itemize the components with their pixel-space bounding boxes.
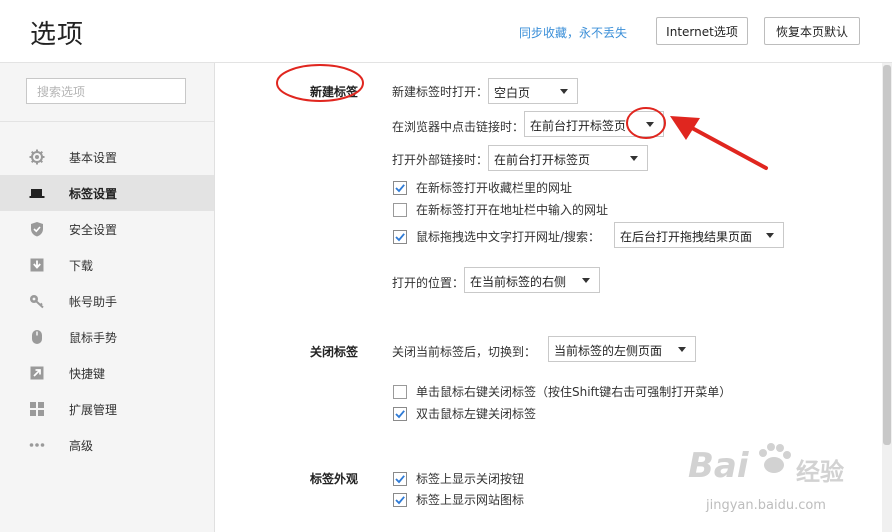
extension-icon — [29, 401, 45, 417]
dropdown-value: 空白页 — [494, 86, 531, 100]
dropdown-value: 在后台打开拖拽结果页面 — [620, 230, 753, 244]
sidebar-item-label: 下载 — [69, 258, 94, 273]
checkbox-open-addressbar[interactable]: 在新标签打开在地址栏中输入的网址 — [393, 201, 608, 218]
sync-link[interactable]: 同步收藏，永不丢失 — [519, 24, 627, 41]
sidebar-item-mouse-gesture[interactable]: 鼠标手势 — [0, 319, 214, 355]
checkbox-drag-search[interactable]: 鼠标拖拽选中文字打开网址/搜索： — [393, 228, 600, 245]
checkbox-double-click-close[interactable]: 双击鼠标左键关闭标签 — [393, 405, 536, 422]
sidebar-item-basic[interactable]: 基本设置 — [0, 139, 214, 175]
sidebar-item-shortcut[interactable]: 快捷键 — [0, 355, 214, 391]
watermark-brand: Bai — [688, 446, 749, 486]
sidebar-divider — [0, 121, 214, 122]
new-tab-open-label: 新建标签时打开： — [392, 85, 489, 99]
checkbox-label: 单击鼠标右键关闭标签（按住Shift键右击可强制打开菜单） — [416, 385, 732, 399]
scrollbar-thumb[interactable] — [883, 65, 891, 445]
sidebar-item-label: 鼠标手势 — [69, 330, 118, 345]
sidebar-item-label: 高级 — [69, 438, 94, 453]
chevron-down-icon — [678, 347, 686, 352]
drag-result-dropdown[interactable]: 在后台打开拖拽结果页面 — [614, 222, 784, 248]
sidebar-item-label: 基本设置 — [69, 150, 118, 165]
sidebar-item-label: 扩展管理 — [69, 402, 118, 417]
checkbox-label: 在新标签打开在地址栏中输入的网址 — [416, 203, 609, 217]
chevron-down-icon — [560, 89, 568, 94]
chevron-down-icon — [646, 122, 654, 127]
external-link-label: 打开外部链接时： — [392, 153, 489, 167]
gear-icon — [29, 149, 45, 165]
download-icon — [29, 257, 45, 273]
dropdown-value: 在前台打开标签页 — [494, 153, 591, 167]
new-tab-open-dropdown[interactable]: 空白页 — [488, 78, 578, 104]
sidebar-item-tabs[interactable]: 标签设置 — [0, 175, 214, 211]
checkbox[interactable] — [393, 229, 407, 244]
internet-options-button[interactable]: Internet选项 — [656, 17, 748, 45]
section-title-new-tab: 新建标签 — [310, 85, 359, 99]
checkbox-label: 标签上显示网站图标 — [416, 493, 525, 507]
click-link-label: 在浏览器中点击链接时： — [392, 120, 525, 134]
tab-icon — [29, 185, 45, 201]
checkbox[interactable] — [393, 492, 407, 507]
sidebar: 基本设置 标签设置 安全设置 下载 帐号助手 鼠标手势 快捷键 — [0, 63, 215, 532]
checkbox[interactable] — [393, 406, 407, 421]
restore-defaults-button[interactable]: 恢复本页默认 — [764, 17, 860, 45]
chevron-down-icon — [766, 233, 774, 238]
sidebar-item-label: 快捷键 — [69, 366, 106, 381]
click-link-dropdown[interactable]: 在前台打开标签页 — [524, 111, 664, 137]
chevron-down-icon — [630, 156, 638, 161]
annotation-arrow — [670, 116, 768, 170]
after-close-label: 关闭当前标签后，切换到： — [392, 345, 537, 359]
checkbox-show-site-icon[interactable]: 标签上显示网站图标 — [393, 491, 524, 508]
sidebar-item-label: 安全设置 — [69, 222, 118, 237]
paw-icon — [759, 443, 791, 473]
sidebar-item-extensions[interactable]: 扩展管理 — [0, 391, 214, 427]
watermark-brand-suffix: 经验 — [796, 458, 844, 486]
shield-icon — [29, 221, 45, 237]
open-position-label: 打开的位置： — [392, 276, 465, 290]
checkbox-label: 鼠标拖拽选中文字打开网址/搜索： — [416, 230, 601, 244]
header-bar: 选项 同步收藏，永不丢失 Internet选项 恢复本页默认 — [0, 0, 892, 63]
checkbox[interactable] — [393, 471, 407, 486]
chevron-down-icon — [582, 278, 590, 283]
checkbox-label: 双击鼠标左键关闭标签 — [416, 407, 537, 421]
key-icon — [29, 293, 45, 309]
search-input[interactable] — [35, 80, 189, 104]
checkbox-label: 标签上显示关闭按钮 — [416, 472, 525, 486]
watermark-url: jingyan.baidu.com — [706, 498, 826, 513]
after-close-dropdown[interactable]: 当前标签的左侧页面 — [548, 336, 696, 362]
checkbox-show-close-button[interactable]: 标签上显示关闭按钮 — [393, 470, 524, 487]
watermark: Bai 经验 jingyan.baidu.com — [676, 430, 886, 530]
checkbox[interactable] — [393, 180, 407, 195]
sidebar-item-label: 标签设置 — [69, 186, 118, 201]
external-link-dropdown[interactable]: 在前台打开标签页 — [488, 145, 648, 171]
dropdown-value: 在前台打开标签页 — [530, 119, 627, 133]
sidebar-item-advanced[interactable]: 高级 — [0, 427, 214, 463]
dropdown-value: 当前标签的左侧页面 — [554, 344, 663, 358]
sidebar-item-label: 帐号助手 — [69, 294, 118, 309]
search-box[interactable] — [26, 78, 189, 104]
page-title: 选项 — [30, 20, 85, 50]
shortcut-icon — [29, 365, 45, 381]
checkbox-open-favorites[interactable]: 在新标签打开收藏栏里的网址 — [393, 179, 572, 196]
open-position-dropdown[interactable]: 在当前标签的右侧 — [464, 267, 600, 293]
checkbox[interactable] — [393, 384, 407, 399]
checkbox-label: 在新标签打开收藏栏里的网址 — [416, 181, 573, 195]
section-title-tab-appearance: 标签外观 — [310, 472, 359, 486]
checkbox[interactable] — [393, 202, 407, 217]
mouse-icon — [29, 329, 45, 345]
checkbox-right-click-close[interactable]: 单击鼠标右键关闭标签（按住Shift键右击可强制打开菜单） — [393, 383, 731, 400]
more-icon — [29, 437, 45, 453]
section-title-close-tab: 关闭标签 — [310, 345, 359, 359]
dropdown-value: 在当前标签的右侧 — [470, 275, 567, 289]
sidebar-item-download[interactable]: 下载 — [0, 247, 214, 283]
sidebar-item-account[interactable]: 帐号助手 — [0, 283, 214, 319]
sidebar-item-security[interactable]: 安全设置 — [0, 211, 214, 247]
